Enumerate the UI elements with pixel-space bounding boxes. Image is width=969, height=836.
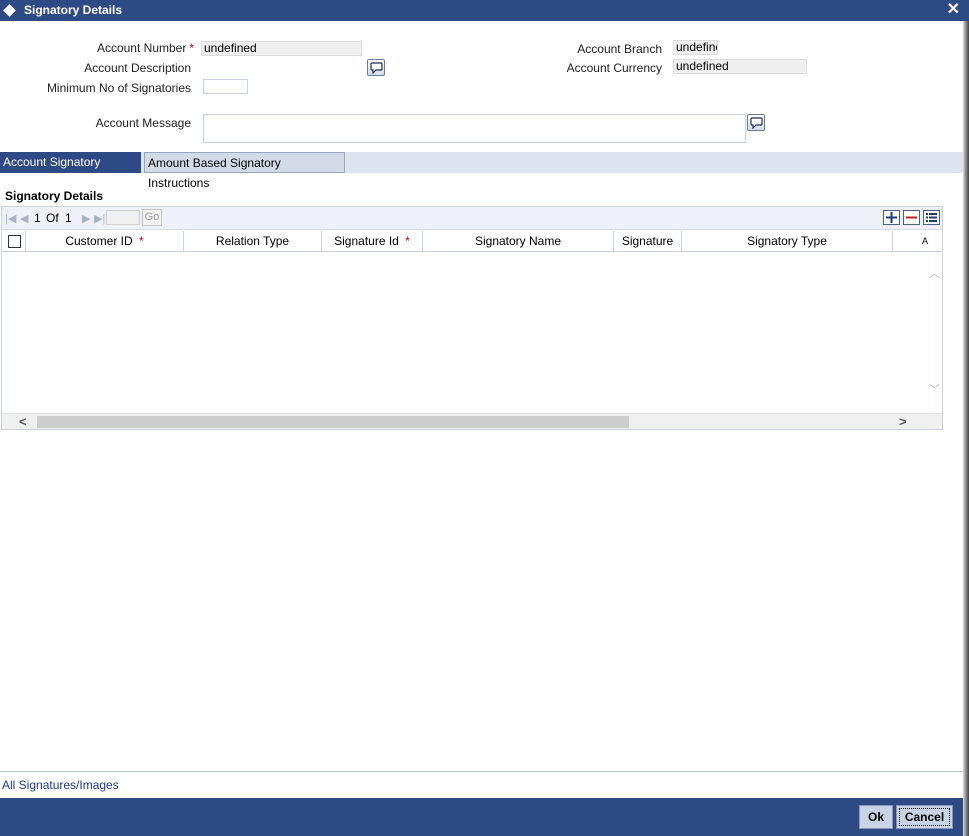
previous-page-icon[interactable]: ◀ bbox=[20, 212, 28, 225]
account-currency-label: Account Currency bbox=[566, 61, 662, 75]
required-asterisk: * bbox=[405, 234, 410, 248]
account-message-button[interactable] bbox=[747, 114, 765, 131]
horizontal-scroll-thumb[interactable] bbox=[37, 416, 629, 428]
tab-bar: Account Signatory Details Amount Based S… bbox=[0, 152, 963, 190]
select-all-cell bbox=[2, 231, 26, 252]
add-row-button[interactable] bbox=[883, 210, 900, 225]
min-signatories-input[interactable] bbox=[203, 79, 248, 94]
account-number-label: Account Number * bbox=[96, 41, 194, 55]
close-icon[interactable]: ✕ bbox=[947, 0, 960, 20]
grid-header-row: Customer ID * Relation Type Signature Id… bbox=[2, 231, 942, 252]
column-header-signature[interactable]: Signature bbox=[614, 231, 682, 252]
window-edge bbox=[963, 21, 969, 836]
column-header-signatory-name[interactable]: Signatory Name bbox=[423, 231, 614, 252]
diamond-icon bbox=[3, 4, 16, 17]
select-all-checkbox[interactable] bbox=[8, 235, 21, 248]
required-asterisk: * bbox=[189, 41, 194, 55]
horizontal-scrollbar[interactable]: < > bbox=[2, 413, 942, 429]
dialog-title: Signatory Details bbox=[24, 3, 123, 17]
column-header-relation-type[interactable]: Relation Type bbox=[184, 231, 322, 252]
grid-pager: |◀ ◀ 1 Of 1 ▶ ▶| Go bbox=[2, 207, 942, 230]
all-signatures-images-link[interactable]: All Signatures/Images bbox=[2, 778, 119, 792]
account-currency-field[interactable]: undefined bbox=[673, 59, 807, 74]
column-header-signature-id[interactable]: Signature Id * bbox=[322, 231, 423, 252]
required-asterisk: * bbox=[139, 234, 144, 248]
section-title: Signatory Details bbox=[5, 189, 104, 203]
column-header-truncated[interactable]: A bbox=[893, 231, 942, 252]
scroll-left-icon[interactable]: < bbox=[19, 414, 27, 429]
signatory-grid: |◀ ◀ 1 Of 1 ▶ ▶| Go Customer ID * Relati… bbox=[1, 206, 943, 430]
bottom-button-bar bbox=[0, 798, 963, 836]
minus-icon bbox=[906, 216, 917, 219]
min-signatories-label: Minimum No of Signatories bbox=[46, 81, 191, 95]
ok-button[interactable]: Ok bbox=[859, 805, 893, 829]
account-message-label: Account Message bbox=[95, 116, 191, 130]
first-page-icon[interactable]: |◀ bbox=[5, 212, 16, 225]
account-description-message-button[interactable] bbox=[367, 59, 385, 76]
last-page-icon[interactable]: ▶| bbox=[94, 212, 105, 225]
account-message-input[interactable] bbox=[203, 114, 746, 143]
single-view-button[interactable] bbox=[923, 210, 940, 225]
scroll-down-icon[interactable]: ﹀ bbox=[929, 381, 940, 397]
next-page-icon[interactable]: ▶ bbox=[82, 212, 90, 225]
account-description-label: Account Description bbox=[84, 61, 191, 75]
delete-row-button[interactable] bbox=[903, 210, 920, 225]
page-of-label: Of bbox=[46, 211, 59, 225]
tab-account-signatory-details[interactable]: Account Signatory Details bbox=[0, 152, 141, 189]
footer-divider bbox=[0, 771, 963, 772]
cancel-button[interactable]: Cancel bbox=[896, 805, 953, 829]
column-header-signatory-type[interactable]: Signatory Type bbox=[682, 231, 893, 252]
page-number-input[interactable] bbox=[106, 210, 140, 225]
scroll-up-icon[interactable]: ︿ bbox=[929, 265, 940, 281]
account-branch-field[interactable]: undefine bbox=[673, 40, 718, 55]
scroll-right-icon[interactable]: > bbox=[899, 414, 907, 429]
list-icon bbox=[926, 213, 937, 222]
tab-amount-based-signatory-instructions[interactable]: Amount Based Signatory Instructions bbox=[144, 152, 345, 190]
vertical-scrollbar[interactable]: ︿ ﹀ bbox=[926, 253, 942, 413]
speech-bubble-icon bbox=[750, 117, 763, 129]
plus-icon bbox=[886, 212, 897, 223]
current-page: 1 bbox=[34, 211, 41, 225]
account-branch-label: Account Branch bbox=[577, 42, 662, 56]
go-button[interactable]: Go bbox=[142, 209, 162, 226]
total-pages: 1 bbox=[65, 211, 72, 225]
account-number-field[interactable]: undefined bbox=[201, 41, 362, 56]
speech-bubble-icon bbox=[370, 62, 383, 74]
column-header-customer-id[interactable]: Customer ID * bbox=[26, 231, 184, 252]
dialog-titlebar: Signatory Details ✕ bbox=[0, 0, 969, 21]
